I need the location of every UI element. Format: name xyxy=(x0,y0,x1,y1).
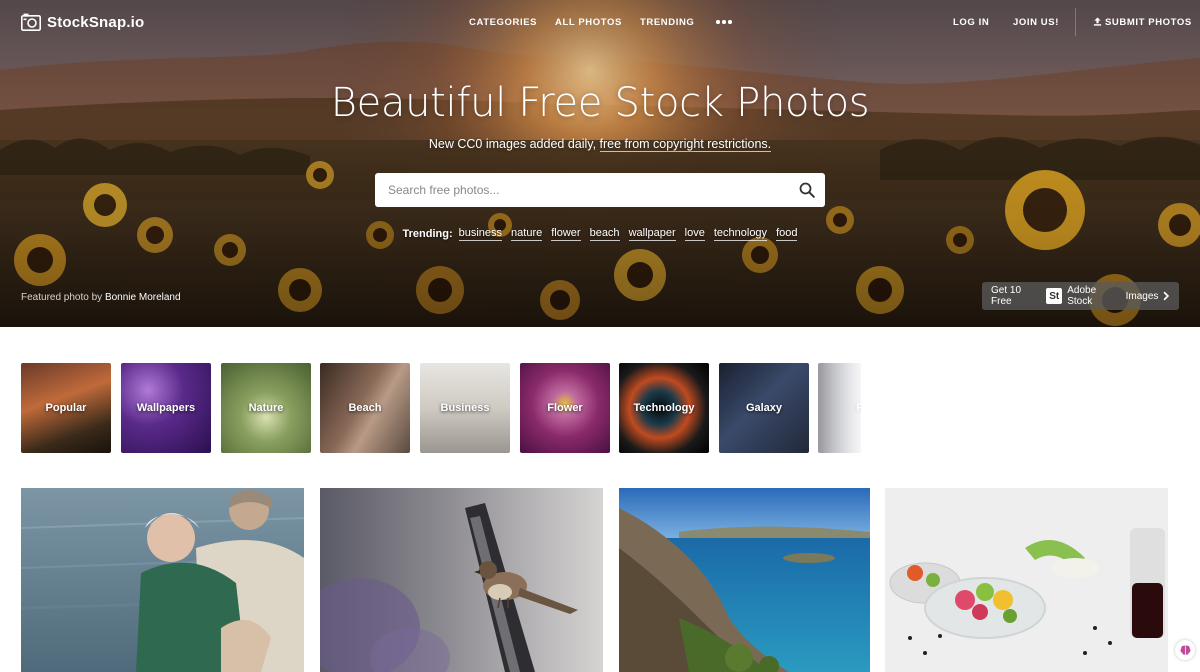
category-label: Galaxy xyxy=(745,402,783,414)
trending-tag[interactable]: nature xyxy=(511,227,543,241)
trending-tag[interactable]: business xyxy=(458,227,503,241)
nav-categories[interactable]: CATEGORIES xyxy=(469,17,537,28)
trending-tag[interactable]: food xyxy=(776,227,798,241)
adobe-suffix-images: Images xyxy=(1125,290,1159,302)
nav-log-in[interactable]: LOG IN xyxy=(953,17,989,28)
photo-sparrow-image xyxy=(320,488,603,672)
nav-trending[interactable]: TRENDING xyxy=(640,17,694,28)
hero-overlay xyxy=(0,0,1200,327)
submit-photos-label: SUBMIT PHOTOS xyxy=(1105,17,1192,28)
carousel-fade xyxy=(821,363,861,453)
category-carousel: Popular Wallpapers Nature Beach Business… xyxy=(21,363,861,453)
category-beach[interactable]: Beach xyxy=(320,363,410,453)
brain-icon[interactable] xyxy=(1175,640,1195,660)
search-input[interactable] xyxy=(388,183,799,197)
search-bar xyxy=(375,173,825,207)
category-galaxy[interactable]: Galaxy xyxy=(719,363,809,453)
category-label: Business xyxy=(440,402,490,414)
upload-icon xyxy=(1093,17,1102,26)
category-label: Wallpapers xyxy=(136,402,196,414)
trending-tags: Trending: business nature flower beach w… xyxy=(0,227,1200,241)
photo-couple-image xyxy=(21,488,304,672)
hero-banner: StockSnap.io CATEGORIES ALL PHOTOS TREND… xyxy=(0,0,1200,327)
submit-photos-button[interactable]: SUBMIT PHOTOS xyxy=(1093,17,1192,28)
trending-label: Trending: xyxy=(402,228,453,240)
adobe-stock-logo: St xyxy=(1046,288,1063,304)
featured-credit: Featured photo by Bonnie Moreland xyxy=(21,292,181,303)
hero-subtitle-text: New CC0 images added daily, xyxy=(428,137,600,151)
adobe-suffix: Adobe Stock xyxy=(1067,285,1097,307)
category-flower[interactable]: Flower xyxy=(520,363,610,453)
site-logo[interactable]: StockSnap.io xyxy=(21,13,144,31)
photo-coast-image xyxy=(619,488,870,672)
trending-tag[interactable]: technology xyxy=(713,227,768,241)
category-wallpapers[interactable]: Wallpapers xyxy=(121,363,211,453)
category-label: Flower xyxy=(547,402,583,414)
photo-card-couple[interactable] xyxy=(21,488,304,672)
nav-divider xyxy=(1075,8,1076,36)
category-popular[interactable]: Popular xyxy=(21,363,111,453)
chevron-right-icon xyxy=(1163,291,1170,301)
trending-tag[interactable]: flower xyxy=(551,227,581,241)
category-label: Nature xyxy=(248,402,284,414)
photo-card-sparrow[interactable] xyxy=(320,488,603,672)
hero-title: Beautiful Free Stock Photos xyxy=(330,80,870,126)
category-business[interactable]: Business xyxy=(420,363,510,453)
nav-join-us[interactable]: JOIN US! xyxy=(1013,17,1059,28)
camera-icon xyxy=(21,13,41,31)
category-label: Technology xyxy=(633,402,695,414)
adobe-stock-button[interactable]: Get 10 Free St Adobe Stock Images xyxy=(982,282,1179,310)
photo-salad-image xyxy=(885,488,1168,672)
category-technology[interactable]: Technology xyxy=(619,363,709,453)
adobe-prefix: Get 10 Free xyxy=(991,285,1022,307)
category-label: Beach xyxy=(348,402,382,414)
nav-all-photos[interactable]: ALL PHOTOS xyxy=(555,17,622,28)
category-nature[interactable]: Nature xyxy=(221,363,311,453)
featured-author-link[interactable]: Bonnie Moreland xyxy=(105,292,181,303)
site-name: StockSnap.io xyxy=(47,13,145,31)
ellipsis-icon[interactable] xyxy=(716,17,732,27)
copyright-link[interactable]: free from copyright restrictions. xyxy=(599,137,772,152)
trending-tag[interactable]: wallpaper xyxy=(628,227,676,241)
search-icon[interactable] xyxy=(799,182,815,198)
trending-tag[interactable]: love xyxy=(684,227,705,241)
hero-subtitle: New CC0 images added daily, free from co… xyxy=(0,137,1200,152)
category-label: Popular xyxy=(45,402,87,414)
photo-card-salad[interactable] xyxy=(885,488,1168,672)
trending-tag[interactable]: beach xyxy=(589,227,620,241)
featured-prefix: Featured photo by xyxy=(21,292,103,303)
photo-card-coast[interactable] xyxy=(619,488,870,672)
